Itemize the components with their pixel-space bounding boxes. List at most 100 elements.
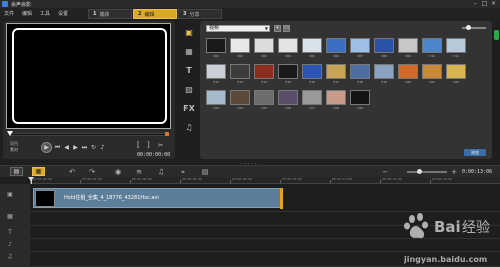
video-track-icon[interactable]: ▣ (5, 190, 15, 200)
library-thumbnail[interactable] (278, 64, 298, 79)
library-thumbnail[interactable] (422, 64, 442, 79)
chevron-down-icon: ▼ (264, 26, 268, 31)
library-thumbnail[interactable] (302, 90, 322, 105)
motion-track-icon[interactable]: ⌖ (178, 167, 188, 177)
ruler-tick (180, 180, 181, 183)
home-button[interactable]: ⏮ (54, 144, 61, 151)
library-thumbnail[interactable] (398, 38, 418, 53)
ruler-tick (230, 180, 231, 183)
thumbnail-label: V09 (405, 54, 411, 58)
trim-end-marker-icon[interactable] (165, 132, 169, 136)
mark-in-button[interactable]: [ (137, 141, 140, 149)
overlay-track-icon[interactable]: ▦ (5, 212, 15, 222)
end-button[interactable]: ⏭ (81, 144, 88, 151)
split-clip-icon[interactable]: ✂ (158, 142, 163, 149)
redo-icon[interactable]: ↷ (87, 167, 97, 177)
library-thumbnail[interactable] (302, 64, 322, 79)
step-edit-tab[interactable]: 2 编辑 (133, 9, 177, 19)
library-thumbnail[interactable] (254, 90, 274, 105)
timeline-ruler[interactable]: 00:00:00:00 00:00:02:00 00:00:04:00 00:00:0… (30, 177, 500, 184)
subtitle-icon[interactable]: ▤ (200, 167, 210, 177)
library-thumbnail[interactable] (230, 38, 250, 53)
library-thumbnail[interactable] (230, 64, 250, 79)
thumbnail-size-slider[interactable] (462, 25, 486, 30)
menu-edit[interactable]: 编辑 (18, 10, 36, 17)
graphic-icon[interactable]: ▨ (183, 84, 195, 95)
library-thumbnail[interactable] (230, 90, 250, 105)
preview-timecode[interactable]: 00:00:00:00 (137, 152, 171, 159)
browse-button[interactable]: 浏览 (464, 149, 486, 156)
mark-out-button[interactable]: ] (147, 141, 150, 149)
ruler-time-label: 00:00:14:00 (382, 177, 402, 181)
music-track-icon[interactable]: ♫ (5, 252, 15, 262)
record-capture-icon[interactable]: ◉ (113, 167, 123, 177)
mixer-icon[interactable]: ≋ (134, 167, 144, 177)
timeline-zoom-slider[interactable] (407, 169, 447, 174)
menu-settings[interactable]: 设置 (54, 10, 72, 17)
zoom-out-icon[interactable]: − (380, 167, 390, 177)
library-thumbnail[interactable] (326, 90, 346, 105)
ruler-tick (380, 180, 381, 183)
library-thumbnail[interactable] (254, 64, 274, 79)
library-thumbnail[interactable] (446, 64, 466, 79)
menu-file[interactable]: 文件 (0, 10, 18, 17)
undo-icon[interactable]: ↶ (67, 167, 77, 177)
library-thumbnail[interactable] (350, 64, 370, 79)
library-thumbnail[interactable] (254, 38, 274, 53)
library-thumbnail[interactable] (374, 64, 394, 79)
library-thumbnail[interactable] (206, 38, 226, 53)
auto-music-icon[interactable]: ♫ (156, 167, 166, 177)
thumbnail-label: V16 (309, 80, 315, 84)
maximize-button[interactable]: □ (480, 0, 489, 8)
filter-icon[interactable]: FX (183, 103, 195, 114)
thumbnail-label: V27 (309, 106, 315, 110)
thumbnail-label: V18 (357, 80, 363, 84)
video-clip[interactable]: Hold住姐_全集_4_18776_43281Hxc.avi (33, 188, 281, 208)
step-number: 2 (138, 11, 142, 17)
library-thumbnail[interactable] (206, 90, 226, 105)
volume-icon[interactable]: ♪ (99, 144, 106, 151)
library-thumbnail[interactable] (326, 64, 346, 79)
app-logo-icon (2, 1, 8, 7)
side-scroll-handle[interactable] (494, 30, 499, 40)
preview-scrubber[interactable] (9, 133, 169, 136)
preview-screen[interactable] (12, 28, 167, 124)
library-thumbnail[interactable] (422, 38, 442, 53)
library-thumbnail[interactable] (326, 38, 346, 53)
next-frame-button[interactable]: ▶ (72, 144, 79, 151)
clip-mode-label[interactable]: 素材 (10, 147, 18, 153)
zoom-in-icon[interactable]: + (449, 167, 459, 177)
title-icon[interactable]: T (183, 65, 195, 76)
library-thumbnail[interactable] (350, 38, 370, 53)
import-media-icon[interactable]: + (274, 25, 281, 32)
track-headers: ▣ ▦ T ♪ ♫ (0, 184, 30, 267)
timeline-view-button[interactable]: ▦ (32, 167, 45, 176)
clip-trim-handle[interactable] (280, 188, 283, 209)
menu-tools[interactable]: 工具 (36, 10, 54, 17)
scrubber-handle-icon[interactable] (7, 131, 13, 136)
voice-track-icon[interactable]: ♪ (5, 240, 15, 250)
library-thumbnail[interactable] (302, 38, 322, 53)
folder-icon[interactable]: ▭ (283, 25, 290, 32)
step-capture-tab[interactable]: 1 捕获 (88, 9, 132, 19)
library-thumbnail[interactable] (350, 90, 370, 105)
audio-icon[interactable]: ♫ (183, 122, 195, 133)
library-thumbnail[interactable] (374, 38, 394, 53)
play-button[interactable]: ▶ (41, 142, 52, 153)
transition-icon[interactable]: ▦ (183, 46, 195, 57)
minimize-button[interactable]: – (471, 0, 480, 8)
library-thumbnail[interactable] (278, 90, 298, 105)
storyboard-view-button[interactable]: ▤ (10, 167, 23, 176)
library-thumbnail[interactable] (278, 38, 298, 53)
close-button[interactable]: × (489, 0, 498, 8)
step-share-tab[interactable]: 3 分享 (178, 9, 222, 19)
title-track-icon[interactable]: T (5, 228, 15, 238)
library-thumbnail[interactable] (206, 64, 226, 79)
library-thumbnail[interactable] (446, 38, 466, 53)
library-folder-select[interactable]: 视频 ▼ (206, 25, 270, 32)
media-icon[interactable]: ▣ (183, 27, 195, 38)
previous-frame-button[interactable]: ◀ (63, 144, 70, 151)
ruler-time-label: 00:00:02:00 (82, 177, 102, 181)
library-thumbnail[interactable] (398, 64, 418, 79)
repeat-icon[interactable]: ↻ (90, 144, 97, 151)
